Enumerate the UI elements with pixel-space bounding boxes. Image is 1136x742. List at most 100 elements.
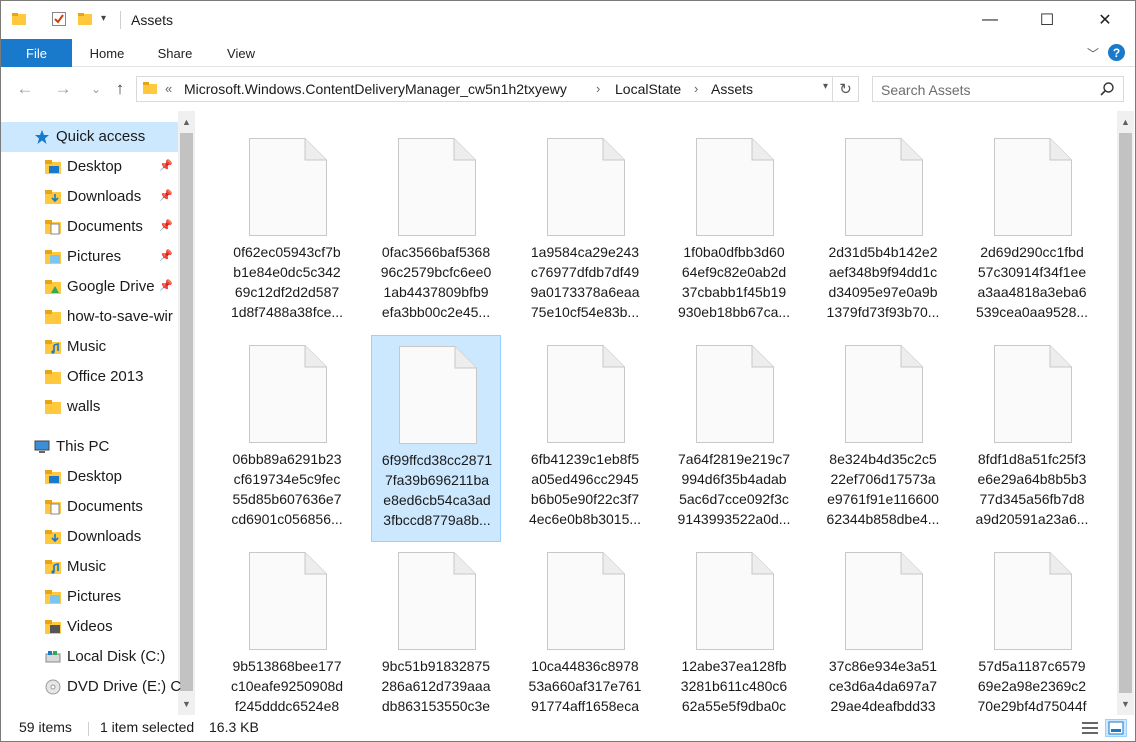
details-view-icon[interactable]: [1079, 719, 1101, 737]
sidebar-item-label: how-to-save-wir: [67, 308, 173, 325]
file-item[interactable]: 8fdf1d8a51fc25f3 e6e29a64b8b5b3 77d345a56f…: [967, 335, 1097, 542]
up-arrow-icon[interactable]: ↑: [109, 78, 131, 100]
sidebar-item-label: Quick access: [56, 128, 146, 145]
file-item[interactable]: 10ca44836c8978 53a660af317e761 91774aff165…: [520, 542, 650, 715]
breadcrumb-segment[interactable]: Assets: [711, 81, 753, 97]
sidebar-item-pc-downloads[interactable]: Downloads: [1, 522, 178, 552]
sidebar-item-this-pc[interactable]: This PC: [1, 432, 178, 462]
navigation-bar: ← → ⌄ ↑ « Microsoft.Windows.ContentDeliv…: [1, 67, 1135, 111]
breadcrumb-separator-icon[interactable]: ›: [596, 81, 600, 96]
file-item[interactable]: 7a64f2819e219c7 994d6f35b4adab 5ac6d7cce09…: [669, 335, 799, 542]
search-icon[interactable]: [1099, 81, 1115, 97]
scroll-up-icon[interactable]: ▲: [178, 113, 195, 130]
file-name-line: ce3d6a4da697a7: [828, 678, 938, 694]
sidebar-item-qa-downloads[interactable]: Downloads 📌: [1, 182, 178, 212]
back-arrow-icon[interactable]: ←: [14, 78, 36, 100]
sidebar-scrollbar[interactable]: ▲ ▼: [178, 111, 195, 715]
file-name-line: db863153550c3e: [381, 698, 491, 714]
file-item[interactable]: 9bc51b91832875 286a612d739aaa db863153550c…: [371, 542, 501, 715]
sidebar-item-qa-pictures[interactable]: Pictures 📌: [1, 242, 178, 272]
scroll-down-icon[interactable]: ▼: [178, 695, 195, 712]
search-input[interactable]: Search Assets: [872, 76, 1124, 102]
large-icons-view-icon[interactable]: [1105, 719, 1127, 737]
folder-icon: [45, 310, 61, 324]
scroll-up-icon[interactable]: ▲: [1117, 113, 1134, 130]
pin-icon: 📌: [159, 160, 173, 172]
file-name-line: 1ab4437809bfb9: [383, 284, 489, 300]
address-dropdown-icon[interactable]: ▾: [823, 81, 828, 92]
file-name-line: 75e10cf54e83b...: [530, 304, 640, 320]
file-name-line: 4ec6e0b8b3015...: [528, 511, 642, 527]
minimize-button[interactable]: —: [961, 1, 1019, 39]
file-name-line: 57c30914f34f1ee: [977, 264, 1087, 280]
music-folder-icon: [45, 560, 61, 574]
file-name: 10ca44836c8978 53a660af317e761 91774aff165…: [522, 656, 648, 715]
file-item[interactable]: 12abe37ea128fb 3281b611c480c6 62a55e5f9dba…: [669, 542, 799, 715]
file-item[interactable]: 2d31d5b4b142e2 aef348b9f94dd1c d34095e97e0…: [818, 128, 948, 335]
folder-icon[interactable]: [11, 11, 27, 27]
sidebar-item-pc-music[interactable]: Music: [1, 552, 178, 582]
sidebar-item-pc-pictures[interactable]: Pictures: [1, 582, 178, 612]
sidebar-item-qa-music[interactable]: Music: [1, 332, 178, 362]
pin-icon: 📌: [159, 220, 173, 232]
file-explorer-window: ▾ Assets — ☐ ✕ File Home Share View ﹀ ? …: [0, 0, 1136, 742]
blank-file-icon: [398, 138, 476, 236]
scroll-down-icon[interactable]: ▼: [1117, 695, 1134, 712]
file-item[interactable]: 6fb41239c1eb8f5 a05ed496cc2945 b6b05e90f22…: [520, 335, 650, 542]
sidebar-scroll-thumb[interactable]: [180, 133, 193, 691]
recent-locations-icon[interactable]: ⌄: [85, 78, 107, 100]
sidebar-item-qa-google-drive[interactable]: Google Drive 📌: [1, 272, 178, 302]
address-bar[interactable]: « Microsoft.Windows.ContentDeliveryManag…: [136, 76, 833, 102]
sidebar-item-label: Pictures: [67, 588, 122, 605]
file-item[interactable]: 2d69d290cc1fbd 57c30914f34f1ee a3aa4818a3e…: [967, 128, 1097, 335]
breadcrumb-overflow[interactable]: «: [165, 81, 172, 96]
close-button[interactable]: ✕: [1076, 1, 1134, 39]
help-icon[interactable]: ?: [1108, 44, 1125, 61]
sidebar-item-qa-how-to-save-wir[interactable]: how-to-save-wir: [1, 302, 178, 332]
item-count: 59 items: [19, 719, 72, 735]
file-item[interactable]: 0fac3566baf5368 96c2579bcfc6ee0 1ab4437809…: [371, 128, 501, 335]
documents-folder-icon: [45, 220, 61, 235]
customize-toolbar-icon[interactable]: ▾: [101, 13, 106, 24]
file-item[interactable]: 9b513868bee177 c10eafe9250908d f245dddc652…: [222, 542, 352, 715]
file-item[interactable]: 57d5a1187c6579 69e2a98e2369c2 70e29bf4d750…: [967, 542, 1097, 715]
tab-home[interactable]: Home: [81, 39, 133, 67]
content-scroll-thumb[interactable]: [1119, 133, 1132, 693]
file-name-line: 91774aff1658eca: [531, 698, 639, 714]
breadcrumb-segment[interactable]: LocalState: [615, 81, 681, 97]
file-item[interactable]: 0f62ec05943cf7b b1e84e0dc5c342 69c12df2d2d…: [222, 128, 352, 335]
sidebar-item-qa-office-2013[interactable]: Office 2013: [1, 362, 178, 392]
file-item[interactable]: 6f99ffcd38cc2871 7fa39b696211ba e8ed6cb54c…: [371, 335, 501, 542]
file-name-line: 06bb89a6291b23: [232, 451, 342, 467]
sidebar-item-quick-access[interactable]: Quick access: [1, 122, 178, 152]
properties-checkbox-icon[interactable]: [51, 11, 67, 27]
sidebar-item-pc-local-disk-c-[interactable]: Local Disk (C:): [1, 642, 178, 672]
tab-view[interactable]: View: [217, 39, 265, 67]
file-item[interactable]: 1a9584ca29e243 c76977dfdb7df49 9a0173378a6…: [520, 128, 650, 335]
sidebar-item-qa-desktop[interactable]: Desktop 📌: [1, 152, 178, 182]
file-item[interactable]: 37c86e934e3a51 ce3d6a4da697a7 29ae4deafbdd…: [818, 542, 948, 715]
file-item[interactable]: 06bb89a6291b23 cf619734e5c9fec 55d85b60763…: [222, 335, 352, 542]
sidebar-item-pc-dvd-drive-e-c[interactable]: DVD Drive (E:) C: [1, 672, 181, 702]
sidebar-item-qa-walls[interactable]: walls: [1, 392, 178, 422]
folder-icon: [45, 370, 61, 384]
sidebar-item-pc-videos[interactable]: Videos: [1, 612, 178, 642]
content-scrollbar[interactable]: ▲ ▼: [1117, 111, 1134, 715]
sidebar-item-qa-documents[interactable]: Documents 📌: [1, 212, 178, 242]
refresh-icon[interactable]: ↻: [833, 76, 859, 102]
maximize-button[interactable]: ☐: [1018, 1, 1076, 39]
documents-folder-icon: [45, 500, 61, 515]
forward-arrow-icon[interactable]: →: [52, 78, 74, 100]
sidebar-item-pc-desktop[interactable]: Desktop: [1, 462, 178, 492]
breadcrumb-separator-icon[interactable]: ›: [694, 81, 698, 96]
file-name-line: d34095e97e0a9b: [828, 284, 938, 300]
file-item[interactable]: 1f0ba0dfbb3d60 64ef9c82e0ab2d 37cbabb1f45b…: [669, 128, 799, 335]
file-name-line: 8fdf1d8a51fc25f3: [977, 451, 1087, 467]
tab-share[interactable]: Share: [149, 39, 201, 67]
new-folder-icon[interactable]: [77, 11, 93, 27]
breadcrumb-segment[interactable]: Microsoft.Windows.ContentDeliveryManager…: [184, 81, 567, 97]
tab-file[interactable]: File: [1, 39, 72, 67]
chevron-down-icon[interactable]: ﹀: [1087, 45, 1099, 62]
sidebar-item-pc-documents[interactable]: Documents: [1, 492, 178, 522]
file-item[interactable]: 8e324b4d35c2c5 22ef706d17573a e9761f91e116…: [818, 335, 948, 542]
